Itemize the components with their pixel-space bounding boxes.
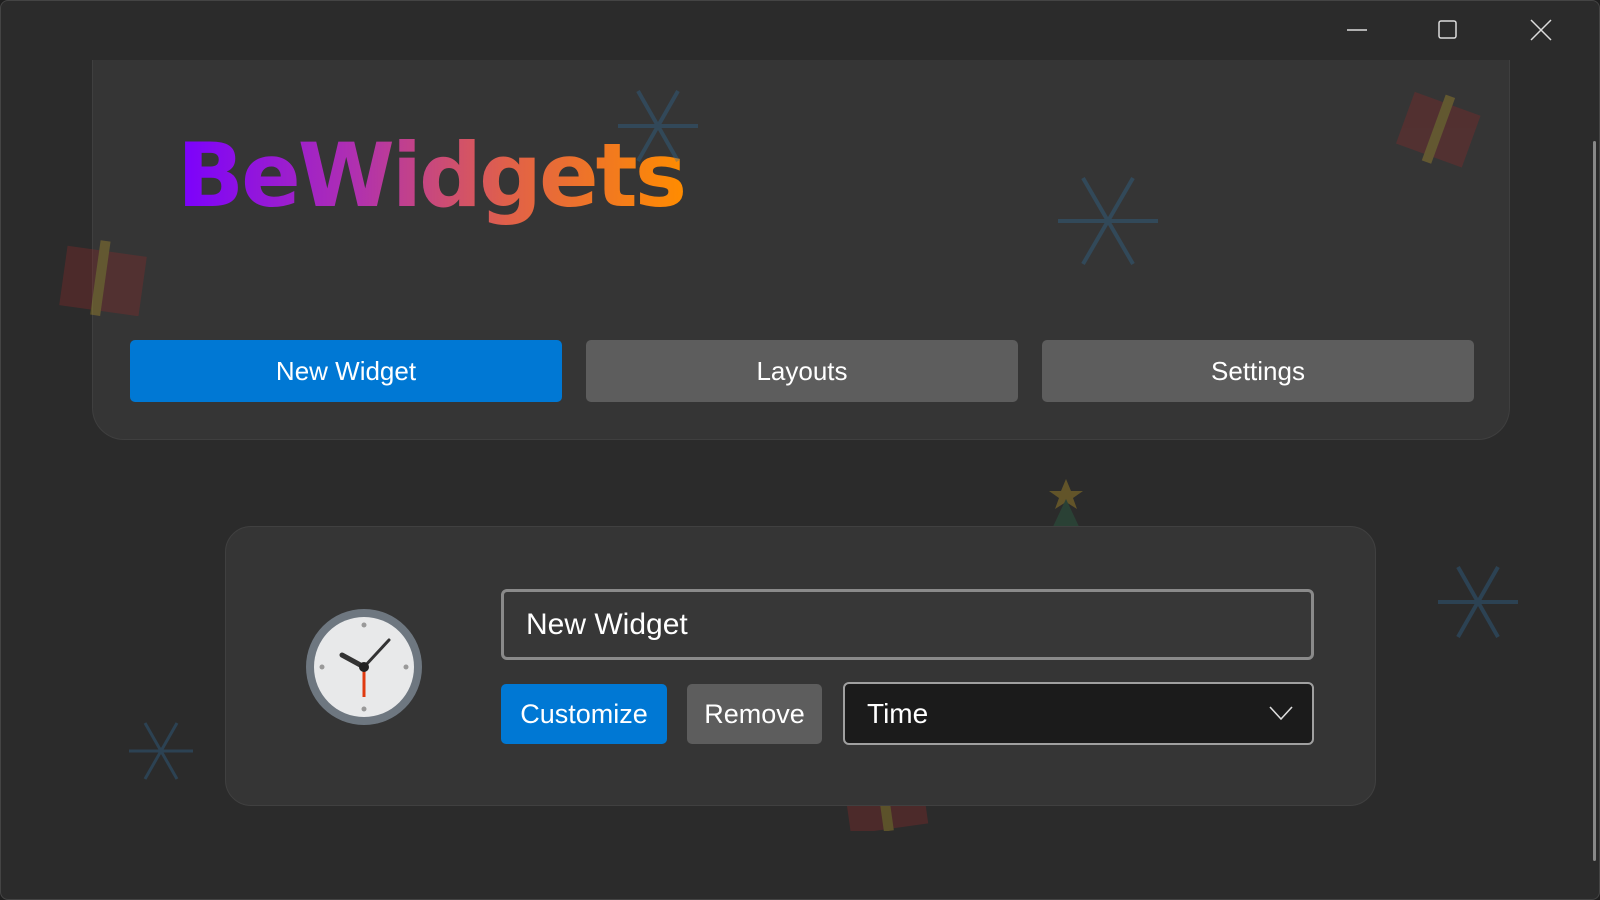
snowflake-icon xyxy=(129,722,193,780)
customize-button[interactable]: Customize xyxy=(501,684,667,744)
layouts-button[interactable]: Layouts xyxy=(586,340,1018,402)
close-button[interactable] xyxy=(1519,11,1563,49)
maximize-icon xyxy=(1438,20,1457,39)
maximize-button[interactable] xyxy=(1426,11,1470,49)
close-icon xyxy=(1530,19,1552,41)
scrollbar[interactable] xyxy=(1593,141,1596,861)
app-window: BeWidgets New Widget Layouts Settings Ne… xyxy=(0,0,1600,900)
chevron-down-icon xyxy=(1269,706,1293,721)
widget-type-dropdown[interactable]: Time xyxy=(843,682,1314,745)
widget-name-input[interactable]: New Widget xyxy=(501,589,1314,660)
header-panel: BeWidgets New Widget Layouts Settings xyxy=(92,60,1510,440)
snowflake-icon xyxy=(1438,566,1518,638)
clock-icon xyxy=(306,609,422,725)
minimize-button[interactable] xyxy=(1335,11,1379,49)
widget-card: New Widget Customize Remove Time xyxy=(225,526,1376,806)
minimize-icon xyxy=(1347,29,1367,31)
new-widget-button[interactable]: New Widget xyxy=(130,340,562,402)
remove-button[interactable]: Remove xyxy=(687,684,822,744)
settings-button[interactable]: Settings xyxy=(1042,340,1474,402)
app-title: BeWidgets xyxy=(177,124,687,227)
widget-type-selected: Time xyxy=(867,697,929,729)
